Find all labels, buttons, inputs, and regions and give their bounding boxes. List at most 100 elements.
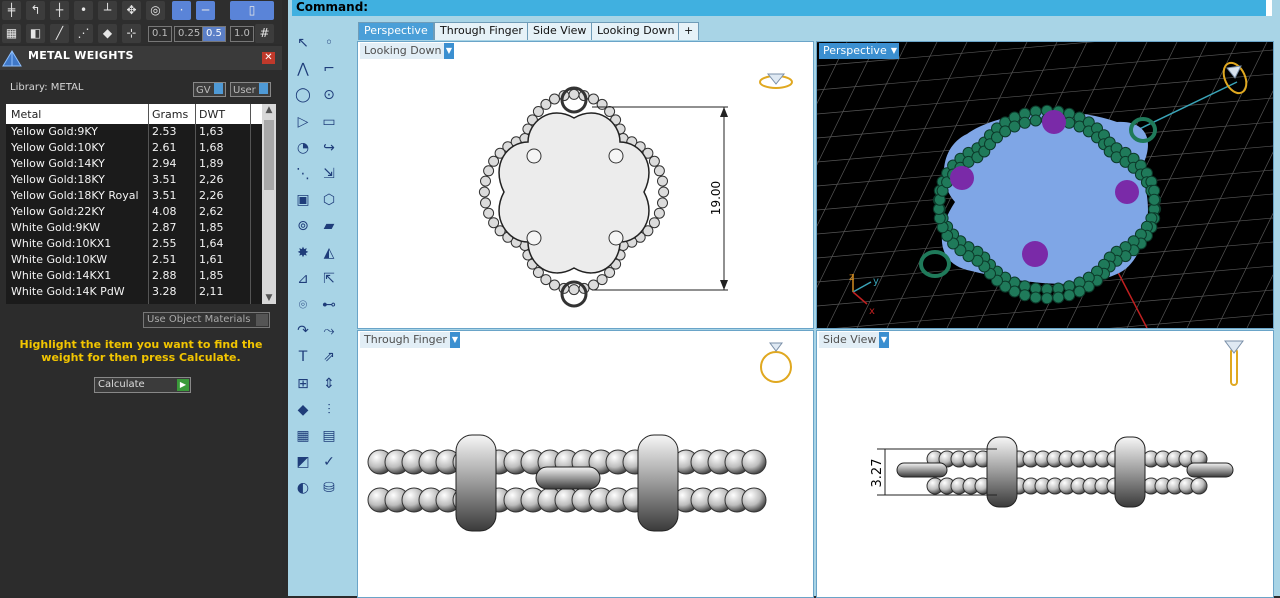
- checkbox-icon[interactable]: [256, 314, 268, 326]
- table-row[interactable]: Yellow Gold:22KY 4.08 2,62: [6, 204, 262, 220]
- circle-icon[interactable]: ◯: [292, 84, 314, 106]
- tab-side-view[interactable]: Side View: [527, 22, 593, 40]
- paint-icon[interactable]: ⛁: [318, 477, 340, 499]
- user-toggle[interactable]: User: [230, 82, 271, 97]
- point-snap-icon[interactable]: ·: [172, 1, 191, 20]
- table-row[interactable]: Yellow Gold:18KY Royal 3.51 2,26: [6, 188, 262, 204]
- tab-through-finger[interactable]: Through Finger: [434, 22, 529, 40]
- viewport-label[interactable]: Through Finger: [360, 332, 451, 348]
- table-row[interactable]: Yellow Gold:10KY 2.61 1,68: [6, 140, 262, 156]
- table-scrollbar[interactable]: ▲ ▼: [262, 104, 276, 304]
- line-snap-icon[interactable]: ─: [196, 1, 215, 20]
- arc-icon[interactable]: ◔: [292, 137, 314, 159]
- column-metal[interactable]: Metal: [11, 108, 41, 121]
- nodes-icon[interactable]: ⊷: [318, 294, 340, 316]
- viewport-label[interactable]: Side View: [819, 332, 881, 348]
- table-row[interactable]: Yellow Gold:18KY 3.51 2,26: [6, 172, 262, 188]
- material-icon[interactable]: ◐: [292, 477, 314, 499]
- command-input[interactable]: [1266, 0, 1272, 16]
- control-point-icon[interactable]: ⋱: [292, 163, 314, 185]
- layout-icon[interactable]: ▦: [2, 24, 21, 43]
- polygon-icon[interactable]: ▷: [292, 111, 314, 133]
- viewport-menu-icon[interactable]: ▼: [444, 43, 454, 59]
- snap-icon[interactable]: ┴: [98, 1, 117, 20]
- array-icon[interactable]: ⊞: [292, 373, 314, 395]
- table-row[interactable]: White Gold:10KW 2.51 1,61: [6, 252, 262, 268]
- text-icon[interactable]: T: [292, 346, 314, 368]
- viewport-menu-icon[interactable]: ▼: [879, 332, 889, 348]
- orbit-icon[interactable]: ✥: [122, 1, 141, 20]
- tab-perspective[interactable]: Perspective: [358, 22, 434, 40]
- metal-table[interactable]: Metal Grams DWT Yellow Gold:9KY 2.53 1,63 Y…: [6, 104, 276, 304]
- cross-icon[interactable]: ┼: [50, 1, 69, 20]
- snap-value-1.0[interactable]: 1.0: [230, 26, 254, 42]
- snap-value-0.1[interactable]: 0.1: [148, 26, 172, 42]
- grid-toggle-icon[interactable]: #: [255, 24, 274, 43]
- viewport-menu-icon[interactable]: ▼: [889, 43, 899, 59]
- solid-box-icon[interactable]: ◆: [292, 399, 314, 421]
- snap-value-0.25[interactable]: 0.25: [174, 26, 205, 42]
- viewport-perspective[interactable]: z y x Perspective ▼: [816, 41, 1274, 329]
- dimension-icon[interactable]: ⇱: [318, 268, 340, 290]
- table-row[interactable]: White Gold:10KX1 2.55 1,64: [6, 236, 262, 252]
- dot-icon[interactable]: •: [74, 1, 93, 20]
- command-bar[interactable]: Command:: [292, 0, 1272, 16]
- gv-toggle[interactable]: GV: [193, 82, 226, 97]
- column-dwt[interactable]: DWT: [199, 108, 225, 121]
- diamond-icon[interactable]: ◆: [98, 24, 117, 43]
- tab-looking-down[interactable]: Looking Down: [591, 22, 681, 40]
- ellipse-icon[interactable]: ⊙: [318, 84, 340, 106]
- gem-icon[interactable]: ✸: [292, 242, 314, 264]
- curve-tool-icon[interactable]: ↷: [292, 320, 314, 342]
- viewport-menu-icon[interactable]: ▼: [450, 332, 460, 348]
- window-icon[interactable]: ▯: [230, 1, 274, 20]
- curve-icon[interactable]: ↰: [26, 1, 45, 20]
- target-icon[interactable]: ◎: [146, 1, 165, 20]
- shaded-icon[interactable]: ◩: [292, 451, 314, 473]
- move-icon[interactable]: ⇲: [318, 163, 340, 185]
- rectangle-icon[interactable]: ▭: [318, 111, 340, 133]
- scroll-up-icon[interactable]: ▲: [262, 104, 276, 116]
- rail-icon[interactable]: ⫶: [318, 399, 340, 421]
- surface-icon[interactable]: ▰: [318, 215, 340, 237]
- table-row[interactable]: Yellow Gold:9KY 2.53 1,63: [6, 124, 262, 140]
- fillet-icon[interactable]: ↪: [318, 137, 340, 159]
- use-object-materials-toggle[interactable]: Use Object Materials: [143, 312, 270, 328]
- cutter-icon[interactable]: ◭: [318, 242, 340, 264]
- table-row[interactable]: White Gold:14KX1 2.88 1,85: [6, 268, 262, 284]
- transform-icon[interactable]: ⇗: [318, 346, 340, 368]
- grid-icon[interactable]: ╪: [2, 1, 21, 20]
- axis-icon[interactable]: ⊹: [122, 24, 141, 43]
- offset-icon[interactable]: ⤳: [318, 320, 340, 342]
- tab-add[interactable]: +: [678, 22, 700, 40]
- curve-point-icon[interactable]: ⌐: [318, 58, 340, 80]
- viewport-side-view[interactable]: 3.27 Side View ▼: [816, 330, 1274, 598]
- point-icon[interactable]: ◦: [318, 32, 340, 54]
- settings-icon[interactable]: ▤: [318, 425, 340, 447]
- pen-icon[interactable]: ╱: [50, 24, 69, 43]
- box-icon[interactable]: ▣: [292, 189, 314, 211]
- viewport-label[interactable]: Looking Down: [360, 43, 446, 59]
- viewport-label[interactable]: Perspective: [819, 43, 891, 59]
- measure-icon[interactable]: ⋰: [74, 24, 93, 43]
- polyline-icon[interactable]: ⋀: [292, 58, 314, 80]
- close-icon[interactable]: ✕: [262, 52, 275, 64]
- select-arrow-icon[interactable]: ↖: [292, 32, 314, 54]
- trim-icon[interactable]: ⊿: [292, 268, 314, 290]
- table-row[interactable]: Yellow Gold:14KY 2.94 1,89: [6, 156, 262, 172]
- analysis-icon[interactable]: ⌾: [292, 294, 314, 316]
- cylinder-icon[interactable]: ⊚: [292, 215, 314, 237]
- check-icon[interactable]: ✓: [318, 451, 340, 473]
- calculate-button[interactable]: Calculate ▶: [94, 377, 191, 393]
- column-grams[interactable]: Grams: [152, 108, 188, 121]
- snap-value-0.5[interactable]: 0.5: [202, 26, 226, 42]
- scale-icon[interactable]: ⇕: [318, 373, 340, 395]
- viewport-through-finger[interactable]: Through Finger ▼: [357, 330, 814, 598]
- viewport-looking-down[interactable]: 19.00 Looking Down ▼: [357, 41, 814, 329]
- table-row[interactable]: White Gold:14K PdW 3.28 2,11: [6, 284, 262, 300]
- scroll-thumb[interactable]: [264, 120, 274, 190]
- boolean-icon[interactable]: ⬡: [318, 189, 340, 211]
- grid-array-icon[interactable]: ▦: [292, 425, 314, 447]
- table-row[interactable]: White Gold:9KW 2.87 1,85: [6, 220, 262, 236]
- box-view-icon[interactable]: ◧: [26, 24, 45, 43]
